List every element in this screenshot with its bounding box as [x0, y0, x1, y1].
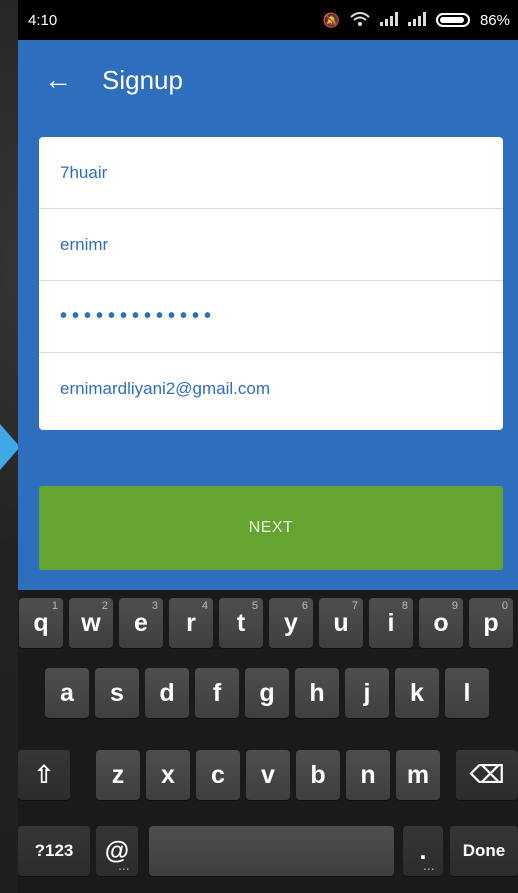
key-hint: 3 — [151, 600, 158, 612]
status-time: 4:10 — [28, 11, 58, 29]
key-hint: 1 — [51, 600, 58, 612]
signal-icon — [379, 11, 398, 29]
key-hint: 9 — [451, 600, 458, 612]
key-label: t — [236, 608, 246, 637]
at-key[interactable]: @... — [96, 826, 138, 876]
key-j[interactable]: j — [345, 668, 389, 718]
key-h[interactable]: h — [295, 668, 339, 718]
key-d[interactable]: d — [145, 668, 189, 718]
status-icons: 🔕 86% — [322, 11, 510, 29]
page-title: Signup — [102, 64, 183, 95]
keyboard-row-2: asdfghjkl — [18, 668, 518, 718]
key-hint: 0 — [501, 600, 508, 612]
bell-off-icon: 🔕 — [322, 11, 340, 28]
key-label: r — [186, 608, 196, 637]
key-p[interactable]: p0 — [469, 598, 513, 648]
key-label: i — [387, 608, 395, 637]
period-key[interactable]: .... — [403, 826, 443, 876]
key-o[interactable]: o9 — [419, 598, 463, 648]
key-u[interactable]: u7 — [319, 598, 363, 648]
key-hint: 8 — [401, 600, 408, 612]
key-y[interactable]: y6 — [269, 598, 313, 648]
done-key[interactable]: Done — [450, 826, 518, 876]
key-x[interactable]: x — [146, 750, 190, 800]
key-e[interactable]: e3 — [119, 598, 163, 648]
keyboard-row-1: q1w2e3r4t5y6u7i8o9p0 — [18, 598, 518, 648]
next-button[interactable]: NEXT — [39, 486, 503, 570]
key-more-dots: ... — [118, 862, 130, 873]
status-bar: 4:10 🔕 86% — [18, 0, 518, 40]
key-n[interactable]: n — [346, 750, 390, 800]
signup-form-card: 7huair ernimr ••••••••••••• ernimardliya… — [39, 137, 503, 430]
key-k[interactable]: k — [395, 668, 439, 718]
backspace-key[interactable]: ⌫ — [456, 750, 518, 800]
key-t[interactable]: t5 — [219, 598, 263, 648]
key-label: p — [483, 608, 499, 637]
key-label: e — [134, 608, 148, 637]
key-b[interactable]: b — [296, 750, 340, 800]
key-c[interactable]: c — [196, 750, 240, 800]
key-s[interactable]: s — [95, 668, 139, 718]
back-arrow-icon[interactable]: ← — [44, 64, 74, 96]
key-hint: 5 — [251, 600, 258, 612]
key-l[interactable]: l — [445, 668, 489, 718]
space-key[interactable] — [149, 826, 394, 876]
key-v[interactable]: v — [246, 750, 290, 800]
key-m[interactable]: m — [396, 750, 440, 800]
key-hint: 4 — [201, 600, 208, 612]
key-hint: 6 — [301, 600, 308, 612]
key-w[interactable]: w2 — [69, 598, 113, 648]
key-hint: 7 — [351, 600, 358, 612]
soft-keyboard: q1w2e3r4t5y6u7i8o9p0 asdfghjkl ⇧ ⌫ zxcvb… — [18, 590, 518, 893]
name-field[interactable]: ernimr — [39, 209, 503, 281]
key-hint: 2 — [101, 600, 108, 612]
password-field[interactable]: ••••••••••••• — [39, 281, 503, 353]
username-field[interactable]: 7huair — [39, 137, 503, 209]
battery-percent: 86% — [479, 11, 510, 29]
key-q[interactable]: q1 — [19, 598, 63, 648]
key-g[interactable]: g — [245, 668, 289, 718]
key-label: q — [33, 608, 49, 637]
signal-icon-2 — [407, 11, 426, 29]
key-label: u — [333, 608, 349, 637]
key-label: w — [81, 608, 101, 637]
form-area: 7huair ernimr ••••••••••••• ernimardliya… — [18, 120, 518, 590]
battery-icon — [435, 13, 470, 27]
keyboard-row-3: ⇧ ⌫ zxcvbnm — [18, 750, 518, 800]
symbols-key[interactable]: ?123 — [18, 826, 90, 876]
key-label: y — [284, 608, 298, 637]
email-field[interactable]: ernimardliyani2@gmail.com — [39, 353, 503, 424]
key-z[interactable]: z — [96, 750, 140, 800]
key-i[interactable]: i8 — [369, 598, 413, 648]
wifi-icon — [350, 11, 370, 29]
key-more-dots: ... — [423, 862, 435, 873]
key-f[interactable]: f — [195, 668, 239, 718]
app-bar: ← Signup — [18, 40, 518, 120]
phone-screen: 4:10 🔕 86% ← Signup 7huair ernimr ••••••… — [18, 0, 518, 893]
key-a[interactable]: a — [45, 668, 89, 718]
key-r[interactable]: r4 — [169, 598, 213, 648]
shift-key[interactable]: ⇧ — [18, 750, 70, 800]
key-label: o — [433, 608, 449, 637]
keyboard-row-4: ?123 @... .... Done — [18, 826, 518, 876]
